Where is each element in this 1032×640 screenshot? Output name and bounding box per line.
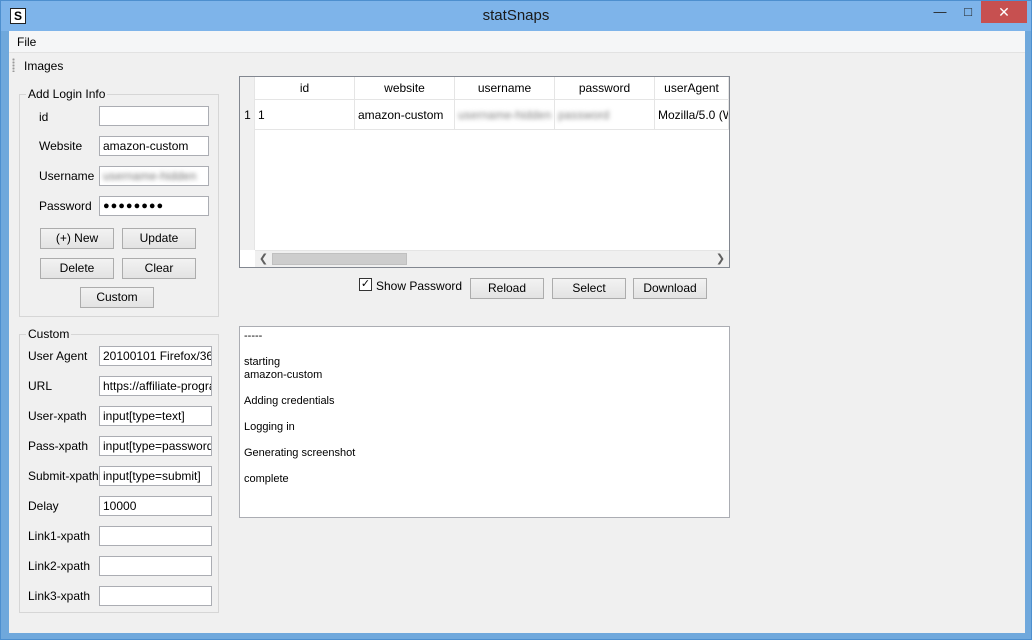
grid-header-id[interactable]: id <box>255 77 355 100</box>
grid-header-row: id website username password userAgent <box>255 77 729 100</box>
website-field[interactable]: amazon-custom <box>99 136 209 156</box>
login-group-legend: Add Login Info <box>28 87 106 101</box>
username-field[interactable]: username-hidden <box>99 166 209 186</box>
scroll-right-icon[interactable]: ❯ <box>712 251 729 267</box>
submit-xpath-label: Submit-xpath <box>28 469 99 483</box>
url-field[interactable]: https://affiliate-progra <box>99 376 212 396</box>
id-label: id <box>39 110 49 124</box>
show-password-label[interactable]: Show Password <box>376 279 462 293</box>
password-field[interactable]: ●●●●●●●● <box>99 196 209 216</box>
grid-header-website[interactable]: website <box>355 77 455 100</box>
link1-xpath-field[interactable] <box>99 526 212 546</box>
download-button[interactable]: Download <box>633 278 707 299</box>
maximize-icon[interactable]: □ <box>954 1 982 23</box>
custom-group-legend: Custom <box>28 327 70 341</box>
grid-cell-id[interactable]: 1 <box>255 100 355 130</box>
grid-horizontal-scrollbar[interactable]: ❮ ❯ <box>255 250 729 267</box>
select-button[interactable]: Select <box>552 278 626 299</box>
id-field[interactable] <box>99 106 209 126</box>
delay-label: Delay <box>28 499 59 513</box>
new-button[interactable]: (+) New <box>40 228 114 249</box>
grid-cell-password[interactable]: password <box>555 100 655 130</box>
link3-xpath-field[interactable] <box>99 586 212 606</box>
username-label: Username <box>39 169 95 183</box>
delay-field[interactable]: 10000 <box>99 496 212 516</box>
scroll-left-icon[interactable]: ❮ <box>255 251 272 267</box>
link2-xpath-label: Link2-xpath <box>28 559 91 573</box>
toolbar-grip-icon[interactable] <box>12 58 15 72</box>
user-xpath-field[interactable]: input[type=text] <box>99 406 212 426</box>
reload-button[interactable]: Reload <box>470 278 544 299</box>
link2-xpath-field[interactable] <box>99 556 212 576</box>
grid-header-username[interactable]: username <box>455 77 555 100</box>
link3-xpath-label: Link3-xpath <box>28 589 91 603</box>
title-bar[interactable]: S statSnaps — □ ✕ <box>1 1 1031 31</box>
user-agent-label: User Agent <box>28 349 88 363</box>
user-xpath-label: User-xpath <box>28 409 87 423</box>
menu-file[interactable]: File <box>17 35 36 49</box>
user-agent-field[interactable]: 20100101 Firefox/36.0 <box>99 346 212 366</box>
grid-row-number[interactable]: 1 <box>240 100 255 130</box>
website-label: Website <box>39 139 83 153</box>
grid-cell-username[interactable]: username-hidden <box>455 100 555 130</box>
update-button[interactable]: Update <box>122 228 196 249</box>
log-output[interactable]: ----- starting amazon-custom Adding cred… <box>239 326 730 518</box>
password-label: Password <box>39 199 92 213</box>
minimize-icon[interactable]: — <box>926 1 954 23</box>
custom-button[interactable]: Custom <box>80 287 154 308</box>
table-row[interactable]: 1 amazon-custom username-hidden password… <box>255 100 729 130</box>
toolbar: Images <box>9 54 1025 76</box>
credentials-grid[interactable]: id website username password userAgent 1… <box>239 76 730 268</box>
grid-header-useragent[interactable]: userAgent <box>655 77 729 100</box>
client-area: File Images Add Login Info id Website am… <box>9 31 1025 633</box>
submit-xpath-field[interactable]: input[type=submit] <box>99 466 212 486</box>
window-title: statSnaps <box>482 7 550 24</box>
delete-button[interactable]: Delete <box>40 258 114 279</box>
pass-xpath-field[interactable]: input[type=password] <box>99 436 212 456</box>
link1-xpath-label: Link1-xpath <box>28 529 91 543</box>
menu-bar: File <box>9 31 1025 53</box>
grid-header-password[interactable]: password <box>555 77 655 100</box>
pass-xpath-label: Pass-xpath <box>28 439 89 453</box>
clear-button[interactable]: Clear <box>122 258 196 279</box>
url-label: URL <box>28 379 53 393</box>
app-window: S statSnaps — □ ✕ File Images Add Login … <box>0 0 1032 640</box>
toolbar-images[interactable]: Images <box>24 59 63 73</box>
grid-cell-useragent[interactable]: Mozilla/5.0 (W <box>655 100 729 130</box>
show-password-checkbox[interactable]: ✓ <box>359 278 372 291</box>
grid-cell-website[interactable]: amazon-custom <box>355 100 455 130</box>
close-icon[interactable]: ✕ <box>981 1 1027 23</box>
scrollbar-thumb[interactable] <box>272 253 407 265</box>
